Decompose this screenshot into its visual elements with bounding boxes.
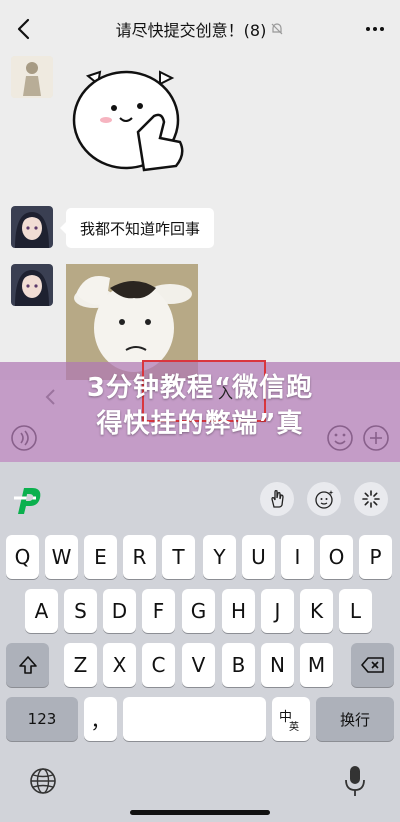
globe-icon[interactable]	[28, 766, 58, 796]
sticker-bear-thumbs-up[interactable]	[68, 62, 194, 184]
home-indicator	[130, 810, 270, 815]
sender-avatar-anime-2[interactable]	[11, 264, 53, 306]
key-g[interactable]: G	[182, 589, 215, 633]
ai-tool-button[interactable]	[354, 482, 388, 516]
key-n[interactable]: N	[261, 643, 294, 687]
key-o[interactable]: O	[320, 535, 353, 579]
mute-bell-icon	[271, 23, 283, 35]
hand-gesture-icon	[271, 490, 284, 508]
microphone-icon[interactable]	[344, 764, 366, 798]
key-f[interactable]: F	[142, 589, 175, 633]
punctuation-key[interactable]: ，	[84, 697, 117, 741]
key-z[interactable]: Z	[64, 643, 97, 687]
sparkle-face-icon	[315, 490, 334, 509]
anime-girl-avatar-icon	[11, 264, 53, 306]
language-switch-key[interactable]: 中 英	[272, 697, 310, 741]
key-w[interactable]: W	[45, 535, 78, 579]
key-b[interactable]: B	[222, 643, 255, 687]
key-c[interactable]: C	[142, 643, 175, 687]
key-a[interactable]: A	[25, 589, 58, 633]
space-key[interactable]	[123, 697, 266, 741]
key-l[interactable]: L	[339, 589, 372, 633]
key-v[interactable]: V	[182, 643, 215, 687]
lang-sub-label: 英	[289, 722, 299, 733]
key-p[interactable]: P	[359, 535, 392, 579]
return-key[interactable]: 换行	[316, 697, 394, 741]
overlay-line-1: 3分钟教程“微信跑	[86, 373, 314, 403]
message-bubble[interactable]: 我都不知道咋回事	[59, 208, 215, 248]
key-k[interactable]: K	[300, 589, 333, 633]
backspace-icon	[360, 657, 384, 673]
key-y[interactable]: Y	[203, 535, 236, 579]
more-options-icon[interactable]	[364, 22, 386, 36]
emoji-tool-button[interactable]	[307, 482, 341, 516]
overlay-line-2: 得快挂的弊端”真	[96, 409, 304, 439]
keyboard	[0, 462, 400, 822]
chat-title: 请尽快提交创意！(8)	[116, 17, 285, 41]
statue-avatar-icon	[11, 56, 53, 98]
key-s[interactable]: S	[64, 589, 97, 633]
shift-arrow-icon	[18, 656, 37, 674]
anime-girl-avatar-icon	[11, 206, 53, 248]
shift-key[interactable]	[6, 643, 49, 687]
chat-title-text: 请尽快提交创意！(8)	[115, 21, 267, 40]
key-r[interactable]: R	[123, 535, 156, 579]
key-i[interactable]: I	[281, 535, 314, 579]
sender-avatar-anime[interactable]	[11, 206, 53, 248]
gesture-tool-button[interactable]	[260, 482, 294, 516]
key-q[interactable]: Q	[6, 535, 39, 579]
key-j[interactable]: J	[261, 589, 294, 633]
keyboard-logo-icon[interactable]	[10, 480, 50, 520]
key-e[interactable]: E	[84, 535, 117, 579]
sender-avatar-statue[interactable]	[11, 56, 53, 98]
numbers-key[interactable]: 123	[6, 697, 78, 741]
back-arrow-icon[interactable]	[10, 14, 40, 44]
overlay-headline: 3分钟教程“微信跑 得快挂的弊端”真	[0, 370, 400, 442]
key-m[interactable]: M	[300, 643, 333, 687]
chat-header: 请尽快提交创意！(8)	[0, 0, 400, 58]
backspace-key[interactable]	[351, 643, 394, 687]
key-x[interactable]: X	[103, 643, 136, 687]
key-t[interactable]: T	[162, 535, 195, 579]
message-text: 我都不知道咋回事	[80, 219, 201, 238]
loading-spinner-icon	[362, 490, 380, 508]
key-h[interactable]: H	[222, 589, 255, 633]
key-u[interactable]: U	[242, 535, 275, 579]
key-d[interactable]: D	[103, 589, 136, 633]
